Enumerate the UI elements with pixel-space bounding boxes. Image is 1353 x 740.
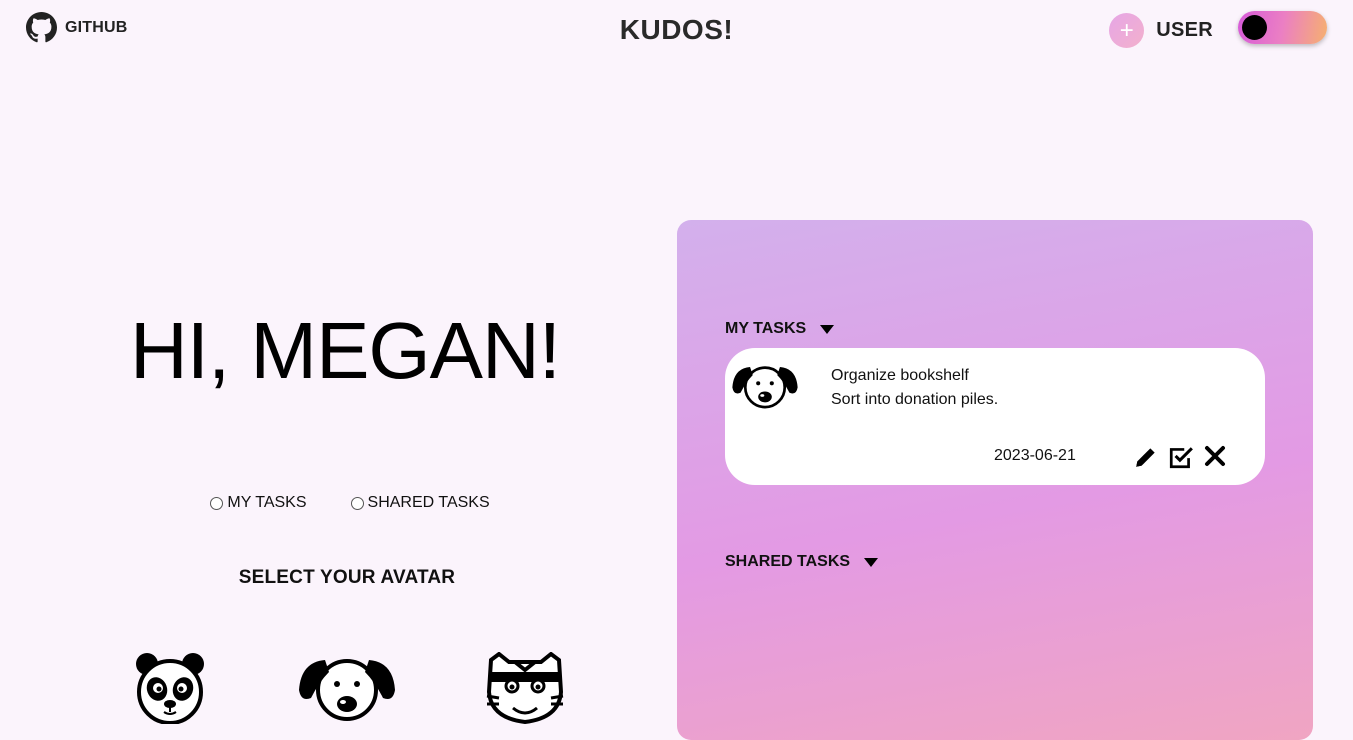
task-card: Organize bookshelf Sort into donation pi… bbox=[725, 348, 1265, 485]
avatar-option-panda[interactable] bbox=[134, 652, 206, 729]
radio-label: MY TASKS bbox=[227, 494, 307, 511]
radio-button[interactable] bbox=[210, 496, 224, 510]
radio-label: SHARED TASKS bbox=[367, 494, 490, 511]
theme-toggle[interactable] bbox=[1238, 11, 1327, 44]
greeting-heading: HI, MEGAN! bbox=[129, 306, 561, 395]
dog-icon bbox=[732, 366, 798, 409]
dog-icon bbox=[299, 659, 395, 721]
my-tasks-toggle[interactable]: MY TASKS bbox=[725, 320, 835, 338]
caret-down-icon bbox=[864, 557, 879, 567]
close-icon bbox=[1205, 446, 1225, 466]
task-date: 2023-06-21 bbox=[994, 447, 1076, 464]
user-label: USER bbox=[1156, 19, 1213, 41]
pencil-icon bbox=[1136, 448, 1155, 467]
avatar-heading: SELECT YOUR AVATAR bbox=[238, 567, 456, 588]
task-title: Organize bookshelf bbox=[831, 367, 969, 384]
tiger-icon bbox=[486, 651, 564, 725]
user-menu[interactable]: + USER bbox=[1109, 13, 1213, 48]
edit-task-button[interactable] bbox=[1133, 444, 1159, 475]
shared-tasks-title: SHARED TASKS bbox=[725, 553, 851, 570]
delete-task-button[interactable] bbox=[1203, 444, 1227, 473]
add-symbol: + bbox=[1119, 16, 1134, 44]
avatar-option-dog[interactable] bbox=[297, 652, 397, 729]
panda-icon bbox=[136, 653, 204, 725]
toggle-knob bbox=[1242, 15, 1267, 40]
task-avatar bbox=[731, 360, 799, 417]
shared-tasks-toggle[interactable]: SHARED TASKS bbox=[725, 553, 879, 571]
avatar-option-tiger[interactable] bbox=[485, 651, 565, 729]
radio-my-tasks[interactable]: MY TASKS bbox=[210, 494, 307, 512]
checkbox-icon bbox=[1169, 447, 1193, 469]
caret-down-icon bbox=[820, 324, 835, 334]
top-bar: GITHUB KUDOS! + USER bbox=[0, 0, 1353, 60]
tasks-panel: MY TASKS Organize bookshelf Sort into do… bbox=[677, 220, 1313, 740]
complete-task-button[interactable] bbox=[1168, 444, 1194, 475]
add-icon[interactable]: + bbox=[1109, 13, 1145, 48]
task-description: Sort into donation piles. bbox=[831, 391, 999, 408]
my-tasks-title: MY TASKS bbox=[725, 320, 807, 337]
radio-shared-tasks[interactable]: SHARED TASKS bbox=[350, 494, 490, 512]
radio-button[interactable] bbox=[350, 496, 364, 510]
task-filter: MY TASKS SHARED TASKS bbox=[0, 494, 700, 512]
